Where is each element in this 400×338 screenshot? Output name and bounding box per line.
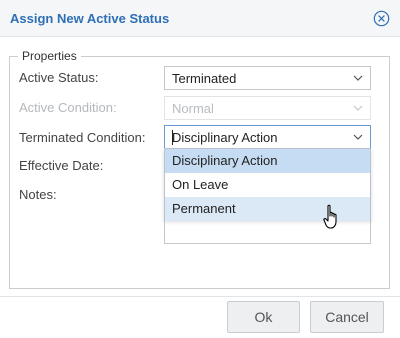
properties-legend: Properties — [18, 49, 81, 63]
active-status-select[interactable]: Terminated — [164, 66, 371, 90]
effective-date-label: Effective Date: — [19, 158, 104, 173]
active-status-value: Terminated — [172, 71, 237, 86]
close-icon[interactable] — [373, 10, 390, 27]
active-condition-label: Active Condition: — [19, 100, 117, 115]
chevron-down-icon — [353, 134, 363, 140]
cancel-button[interactable]: Cancel — [310, 301, 384, 333]
dialog-titlebar: Assign New Active Status — [0, 0, 400, 37]
terminated-condition-select[interactable]: Disciplinary Action — [164, 125, 371, 149]
dropdown-option-on-leave[interactable]: On Leave — [165, 173, 370, 197]
chevron-down-icon — [353, 105, 363, 111]
active-condition-value: Normal — [172, 101, 214, 116]
dropdown-option-disciplinary-action[interactable]: Disciplinary Action — [165, 149, 370, 173]
ok-button[interactable]: Ok — [227, 301, 300, 333]
active-status-label: Active Status: — [19, 70, 99, 85]
dialog-title: Assign New Active Status — [10, 11, 170, 26]
hand-pointer-icon — [322, 204, 342, 230]
active-condition-select: Normal — [164, 96, 371, 120]
notes-label: Notes: — [19, 187, 57, 202]
terminated-condition-value: Disciplinary Action — [172, 130, 278, 145]
chevron-down-icon — [353, 75, 363, 81]
assign-status-dialog: Assign New Active Status Properties Acti… — [0, 0, 400, 338]
terminated-condition-label: Terminated Condition: — [19, 130, 146, 145]
